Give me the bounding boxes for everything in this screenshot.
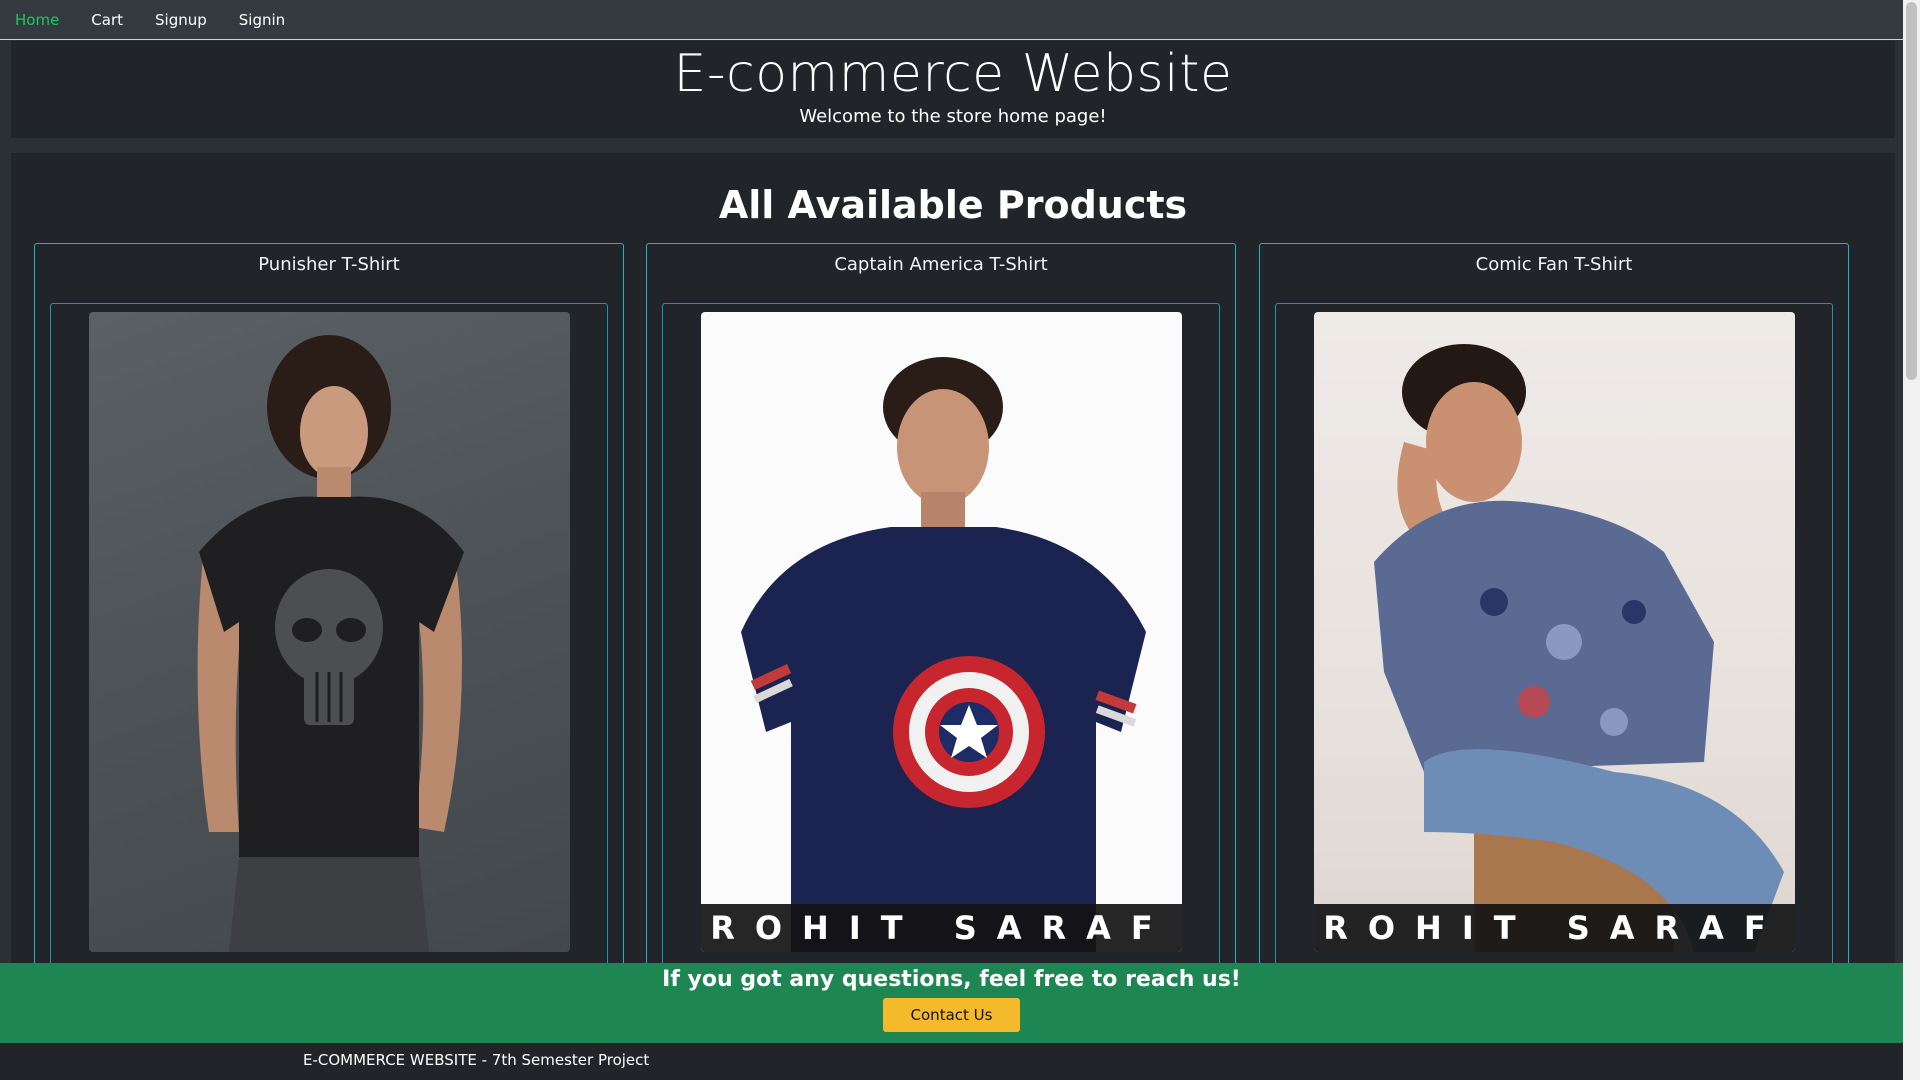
nav-home-link[interactable]: Home <box>15 11 59 29</box>
vertical-scrollbar[interactable] <box>1903 0 1920 1080</box>
comic-fan-shirt-illustration <box>1374 344 1784 952</box>
contact-banner: If you got any questions, feel free to r… <box>0 963 1903 1043</box>
product-image-frame: ROHIT SARAF <box>1275 303 1833 1003</box>
product-image-frame: ROHIT SARAF <box>662 303 1220 1003</box>
product-image[interactable] <box>89 312 570 952</box>
brand-watermark: ROHIT SARAF <box>701 904 1182 952</box>
nav-cart-link[interactable]: Cart <box>91 11 123 29</box>
hero-header: E-commerce Website Welcome to the store … <box>11 41 1895 138</box>
products-heading: All Available Products <box>718 183 1188 227</box>
product-image[interactable]: ROHIT SARAF <box>701 312 1182 952</box>
footer-text: E-COMMERCE WEBSITE - 7th Semester Projec… <box>303 1051 650 1069</box>
product-card[interactable]: Comic Fan T-Shirt ROHIT SARAF <box>1259 243 1849 1003</box>
nav-signin-link[interactable]: Signin <box>239 11 285 29</box>
products-section: All Available Products Punisher T-Shirt <box>11 153 1895 1003</box>
site-title: E-commerce Website <box>673 44 1233 104</box>
scrollbar-thumb[interactable] <box>1906 2 1917 380</box>
brand-watermark: ROHIT SARAF <box>1314 904 1795 952</box>
product-title: Punisher T-Shirt <box>258 254 400 275</box>
product-card[interactable]: Punisher T-Shirt <box>34 243 624 1003</box>
punisher-shirt-illustration <box>197 335 464 952</box>
product-image-frame <box>50 303 608 1003</box>
page-footer: E-COMMERCE WEBSITE - 7th Semester Projec… <box>0 1043 1903 1080</box>
product-title: Comic Fan T-Shirt <box>1475 254 1633 275</box>
product-title: Captain America T-Shirt <box>834 254 1048 275</box>
contact-us-button[interactable]: Contact Us <box>882 998 1021 1032</box>
captain-america-shirt-illustration <box>741 357 1146 952</box>
product-image[interactable]: ROHIT SARAF <box>1314 312 1795 952</box>
top-navbar: Home Cart Signup Signin <box>0 0 1903 40</box>
site-subtitle: Welcome to the store home page! <box>799 106 1107 127</box>
product-card[interactable]: Captain America T-Shirt ROHIT SARAF <box>646 243 1236 1003</box>
contact-message: If you got any questions, feel free to r… <box>662 967 1241 992</box>
nav-signup-link[interactable]: Signup <box>155 11 207 29</box>
